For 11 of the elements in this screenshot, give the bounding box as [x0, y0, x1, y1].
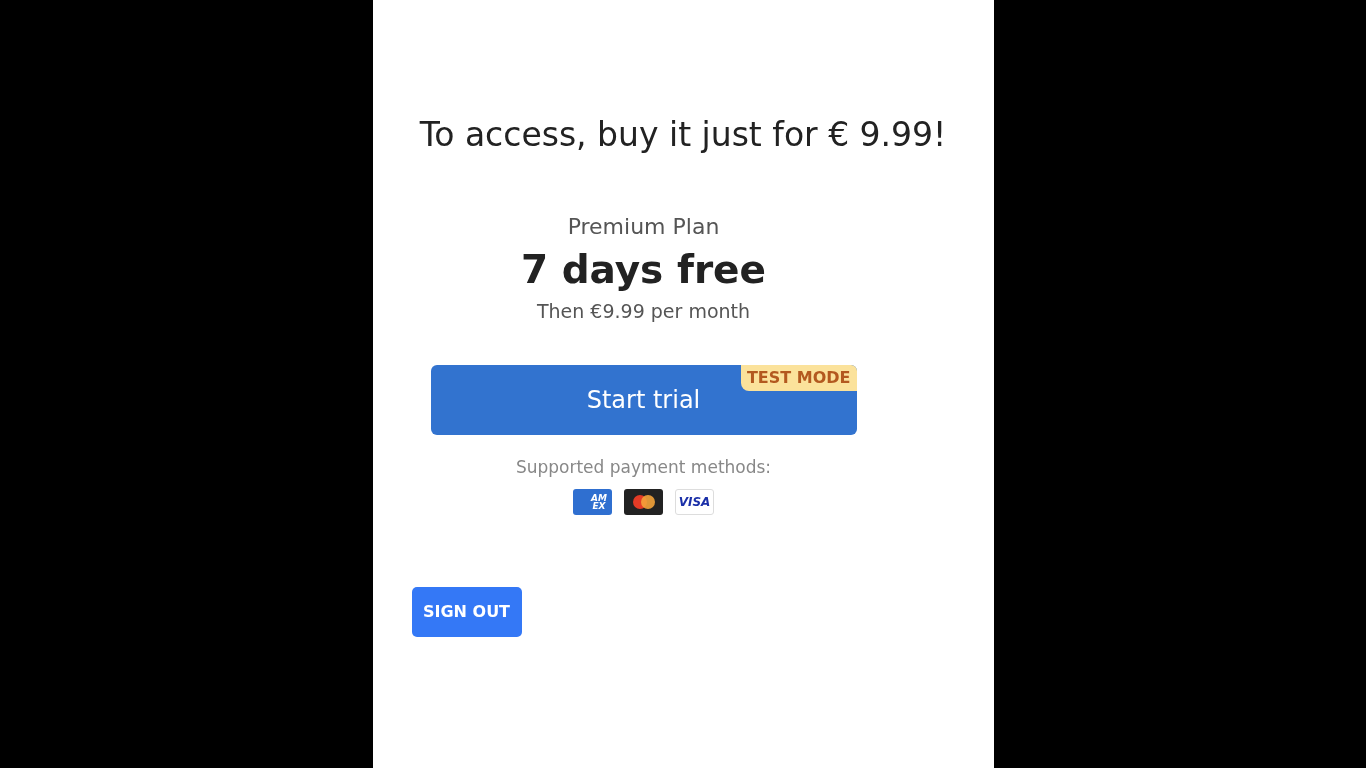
payment-methods-label: Supported payment methods: — [515, 456, 772, 479]
page-title: To access, buy it just for € 9.99! — [418, 114, 948, 156]
visa-card-icon: VISA — [675, 488, 714, 515]
mastercard-icon — [624, 488, 663, 515]
plan-price: Then €9.99 per month — [536, 298, 751, 324]
test-mode-badge: TEST MODE — [740, 365, 857, 391]
start-trial-button[interactable]: Start trial TEST MODE — [430, 365, 857, 435]
plan-name: Premium Plan — [567, 212, 720, 241]
amex-card-icon: AM EX — [573, 488, 612, 515]
sign-out-button[interactable]: SIGN OUT — [411, 586, 522, 637]
plan-headline: 7 days free — [520, 245, 767, 294]
